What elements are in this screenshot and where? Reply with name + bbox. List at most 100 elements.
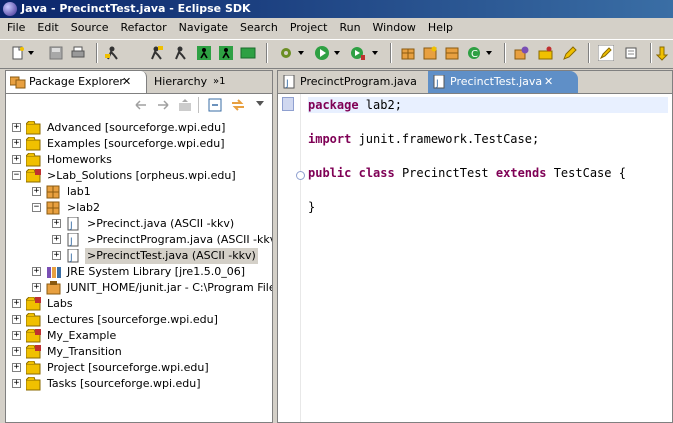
next-annotation-icon[interactable]: [656, 45, 672, 61]
expand-icon[interactable]: +: [32, 267, 41, 276]
toggle-mark-icon[interactable]: [598, 45, 614, 61]
tab-package-explorer-label: Package Explorer: [29, 75, 124, 88]
project-icon: [26, 297, 41, 311]
expand-icon[interactable]: +: [12, 139, 21, 148]
menu-search[interactable]: Search: [235, 18, 283, 38]
menu-help[interactable]: Help: [423, 18, 458, 38]
print-icon[interactable]: [70, 45, 86, 61]
tree-item-tasks[interactable]: + Tasks [sourceforge.wpi.edu]: [6, 376, 272, 392]
menu-edit[interactable]: Edit: [32, 18, 63, 38]
external-tools-icon[interactable]: [350, 45, 366, 61]
open-type-icon[interactable]: [514, 45, 530, 61]
link-with-editor-icon[interactable]: [230, 97, 246, 113]
new-icon[interactable]: [10, 45, 26, 61]
tree-item-label: JUNIT_HOME/junit.jar - C:\Program Files\…: [67, 281, 272, 294]
run-icon[interactable]: [314, 45, 330, 61]
fold-icon[interactable]: [296, 171, 305, 180]
tree-item-precinct-test[interactable]: + J >PrecinctTest.java (ASCII -kkv): [6, 248, 272, 264]
green-run-icon[interactable]: [218, 45, 234, 61]
expand-icon[interactable]: +: [12, 331, 21, 340]
code-keyword: public: [308, 166, 352, 180]
person-variant-icon[interactable]: [172, 45, 188, 61]
forward-arrow-icon[interactable]: [156, 98, 170, 112]
menu-refactor[interactable]: Refactor: [116, 18, 172, 38]
new-java-dropdown-icon[interactable]: [486, 51, 492, 55]
tree-item-my-transition[interactable]: + My_Transition: [6, 344, 272, 360]
collapse-icon[interactable]: −: [32, 203, 41, 212]
tree-item-label: >PrecinctTest.java (ASCII -kkv): [85, 248, 258, 264]
java-file-icon: J: [67, 217, 79, 231]
tree-item-lectures[interactable]: + Lectures [sourceforge.wpi.edu]: [6, 312, 272, 328]
back-arrow-icon[interactable]: [134, 98, 148, 112]
new-java-icon[interactable]: C: [466, 45, 482, 61]
tree-item-label: >lab2: [67, 201, 100, 214]
view-overflow-button[interactable]: »1: [212, 71, 234, 93]
up-folder-icon[interactable]: [178, 98, 192, 112]
menu-file[interactable]: File: [2, 18, 30, 38]
green-panel-icon[interactable]: [240, 45, 256, 61]
package-tree: + Advanced [sourceforge.wpi.edu] + Examp…: [6, 117, 272, 422]
tree-item-precinct[interactable]: + J >Precinct.java (ASCII -kkv): [6, 216, 272, 232]
view-menu-icon[interactable]: [256, 101, 264, 106]
package-explorer-tabs: Package Explorer ✕ Hierarchy »1: [6, 71, 272, 94]
pencil-icon[interactable]: [562, 45, 578, 61]
expand-icon[interactable]: +: [32, 283, 41, 292]
new-dropdown-icon[interactable]: [28, 51, 34, 55]
tree-item-my-example[interactable]: + My_Example: [6, 328, 272, 344]
save-icon[interactable]: [48, 45, 64, 61]
menu-navigate[interactable]: Navigate: [174, 18, 233, 38]
code-editor[interactable]: package lab2; import junit.framework.Tes…: [308, 94, 670, 422]
debug-person-icon[interactable]: [104, 45, 120, 61]
expand-icon[interactable]: +: [12, 363, 21, 372]
tree-item-label: Labs: [47, 297, 73, 310]
external-tools-dropdown-icon[interactable]: [372, 51, 378, 55]
tree-item-advanced[interactable]: + Advanced [sourceforge.wpi.edu]: [6, 120, 272, 136]
expand-icon[interactable]: +: [12, 155, 21, 164]
collapse-all-icon[interactable]: [208, 98, 222, 112]
collapse-icon[interactable]: −: [12, 171, 21, 180]
run-dropdown-icon[interactable]: [334, 51, 340, 55]
tab-precinct-program[interactable]: J PrecinctProgram.java: [278, 71, 429, 93]
tree-item-precinct-program[interactable]: + J >PrecinctProgram.java (ASCII -kkv): [6, 232, 272, 248]
expand-icon[interactable]: +: [12, 379, 21, 388]
run-person-icon[interactable]: [148, 45, 164, 61]
tree-item-examples[interactable]: + Examples [sourceforge.wpi.edu]: [6, 136, 272, 152]
expand-icon[interactable]: +: [52, 235, 61, 244]
tree-item-labs[interactable]: + Labs: [6, 296, 272, 312]
expand-icon[interactable]: +: [12, 347, 21, 356]
menu-window[interactable]: Window: [368, 18, 421, 38]
gear-dropdown-icon[interactable]: [298, 51, 304, 55]
title-bar[interactable]: Java - PrecinctTest.java - Eclipse SDK: [0, 0, 673, 18]
menu-source[interactable]: Source: [66, 18, 114, 38]
green-person-icon[interactable]: [196, 45, 212, 61]
new-package-icon[interactable]: [400, 45, 416, 61]
expand-icon[interactable]: +: [12, 123, 21, 132]
svg-text:J: J: [69, 253, 73, 263]
expand-icon[interactable]: +: [52, 219, 61, 228]
close-icon[interactable]: ✕: [122, 71, 131, 93]
tab-package-explorer[interactable]: Package Explorer ✕: [6, 71, 147, 93]
gear-icon[interactable]: [278, 45, 294, 61]
expand-icon[interactable]: +: [52, 251, 61, 260]
tab-precinct-test[interactable]: J PrecinctTest.java ✕: [428, 71, 578, 93]
tree-item-label: Tasks [sourceforge.wpi.edu]: [47, 377, 201, 390]
tree-item-lab-solutions[interactable]: − >Lab_Solutions [orpheus.wpi.edu]: [6, 168, 272, 184]
close-icon[interactable]: ✕: [544, 71, 553, 93]
tree-item-jre[interactable]: + JRE System Library [jre1.5.0_06]: [6, 264, 272, 280]
tree-item-homeworks[interactable]: + Homeworks: [6, 152, 272, 168]
svg-text:C: C: [471, 49, 478, 60]
show-whitespace-icon[interactable]: [624, 45, 640, 61]
tree-item-lab2[interactable]: − >lab2: [6, 200, 272, 216]
tree-item-project[interactable]: + Project [sourceforge.wpi.edu]: [6, 360, 272, 376]
new-interface-icon[interactable]: [444, 45, 460, 61]
expand-icon[interactable]: +: [12, 315, 21, 324]
svg-text:J: J: [69, 221, 73, 231]
expand-icon[interactable]: +: [12, 299, 21, 308]
menu-run[interactable]: Run: [334, 18, 365, 38]
tree-item-junit[interactable]: + JUNIT_HOME/junit.jar - C:\Program File…: [6, 280, 272, 296]
expand-icon[interactable]: +: [32, 187, 41, 196]
menu-project[interactable]: Project: [285, 18, 333, 38]
search-folder-icon[interactable]: [538, 45, 554, 61]
new-class-icon[interactable]: [422, 45, 438, 61]
tree-item-lab1[interactable]: + lab1: [6, 184, 272, 200]
